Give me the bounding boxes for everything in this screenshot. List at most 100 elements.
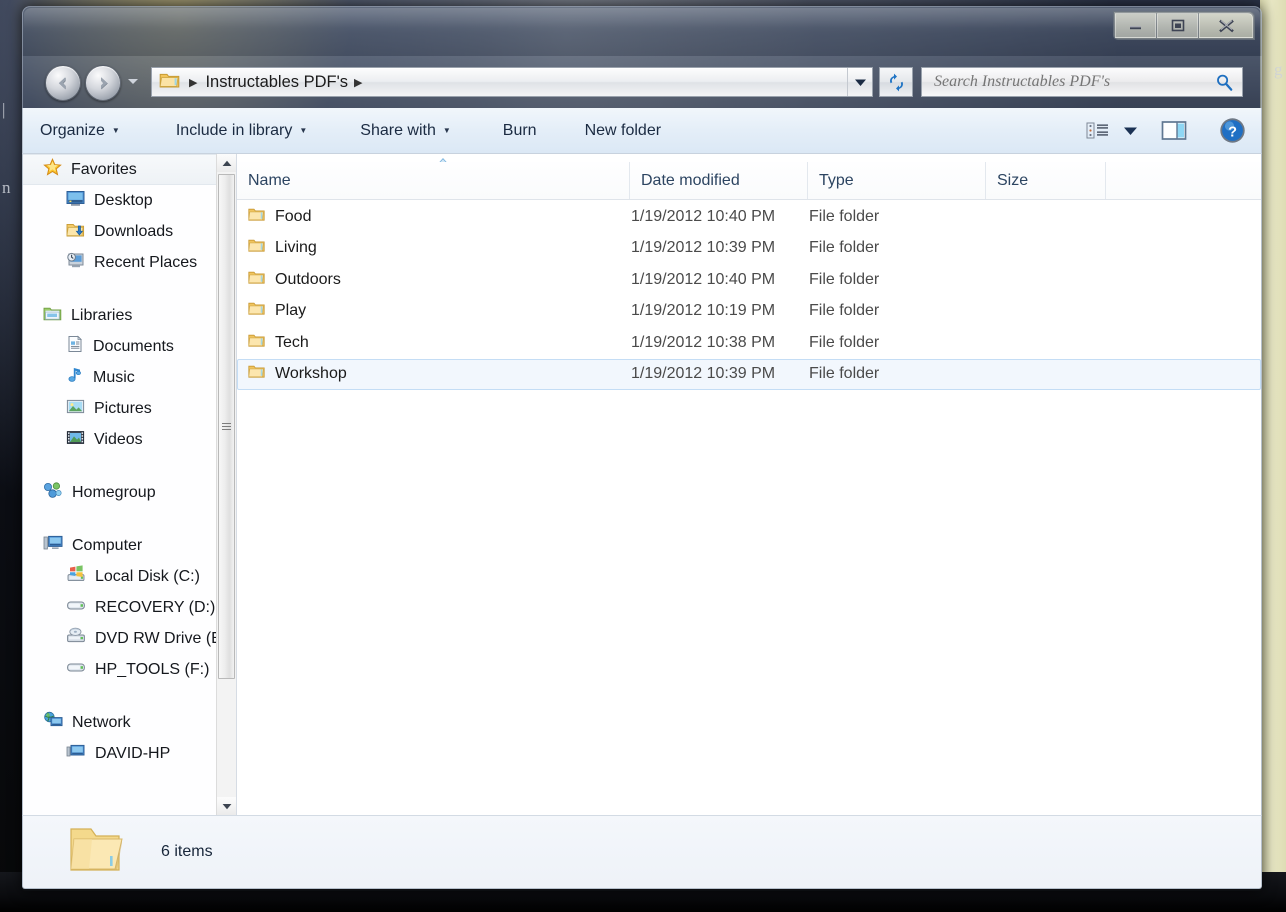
table-row[interactable]: Play 1/19/2012 10:19 PM File folder xyxy=(237,296,1261,328)
column-header-name[interactable]: Name xyxy=(237,162,630,199)
sidebar-item-label: Videos xyxy=(94,430,143,448)
folder-glyph xyxy=(248,271,265,284)
folder-icon xyxy=(248,333,265,353)
sidebar-item-documents[interactable]: Documents xyxy=(23,331,236,362)
folder-glyph xyxy=(248,208,265,221)
downloads-glyph xyxy=(66,223,85,236)
sidebar-group-favorites[interactable]: Favorites xyxy=(23,154,236,185)
sidebar-item-david-hp[interactable]: DAVID-HP xyxy=(23,738,236,769)
large-folder-glyph xyxy=(70,827,123,871)
breadcrumb-separator-leading[interactable]: ▶ xyxy=(183,76,205,89)
documents-glyph xyxy=(68,335,82,352)
toolbar-organize-button[interactable]: Organize ▼ xyxy=(27,117,133,145)
windows-drive-glyph xyxy=(67,565,85,582)
breadcrumb-separator-trailing[interactable]: ▶ xyxy=(348,76,370,89)
sidebar-item-videos[interactable]: Videos xyxy=(23,424,236,455)
back-button[interactable] xyxy=(45,65,81,101)
videos-icon xyxy=(66,429,85,451)
view-dropdown-button[interactable] xyxy=(1121,122,1150,140)
file-name-label: Living xyxy=(275,239,317,257)
sidebar-item-label: RECOVERY (D:) xyxy=(95,598,216,616)
scrollbar-thumb[interactable] xyxy=(218,174,235,679)
view-list-icon xyxy=(1086,122,1108,139)
sidebar-item-desktop[interactable]: Desktop xyxy=(23,185,236,216)
chevron-down-icon xyxy=(222,803,231,809)
preview-pane-button[interactable] xyxy=(1154,116,1194,145)
minimize-button[interactable] xyxy=(1115,13,1156,38)
sidebar-item-pictures[interactable]: Pictures xyxy=(23,393,236,424)
change-view-button[interactable] xyxy=(1079,117,1117,144)
sidebar-item-dvd-rw-drive-e[interactable]: DVD RW Drive (E: xyxy=(23,623,236,654)
toolbar-share-with-button[interactable]: Share with ▼ xyxy=(347,117,464,145)
status-bar: 6 items xyxy=(22,815,1262,889)
search-box[interactable] xyxy=(921,67,1243,97)
close-button[interactable] xyxy=(1199,13,1253,38)
refresh-icon xyxy=(889,73,903,91)
table-row[interactable]: Tech 1/19/2012 10:38 PM File folder xyxy=(237,327,1261,359)
table-row[interactable]: Workshop 1/19/2012 10:39 PM File folder xyxy=(237,358,1261,390)
chevron-down-icon: ▼ xyxy=(111,126,120,135)
address-dropdown-button[interactable] xyxy=(847,68,872,96)
search-input[interactable] xyxy=(932,72,1204,92)
folder-icon xyxy=(248,207,265,227)
refresh-button[interactable] xyxy=(879,67,913,97)
navigation-pane-scrollbar[interactable] xyxy=(216,154,236,815)
table-row[interactable]: Food 1/19/2012 10:40 PM File folder xyxy=(237,201,1261,233)
window-titlebar[interactable] xyxy=(22,6,1262,56)
sidebar-group-network[interactable]: Network xyxy=(23,707,236,738)
sidebar-group-computer[interactable]: Computer xyxy=(23,530,236,561)
sidebar-item-hp-tools-f[interactable]: HP_TOOLS (F:) xyxy=(23,654,236,685)
column-header-type[interactable]: Type xyxy=(808,162,986,199)
large-folder-icon xyxy=(65,823,125,882)
file-name-cell: Outdoors xyxy=(238,270,631,290)
file-date-cell: 1/19/2012 10:39 PM xyxy=(631,365,776,383)
help-button[interactable]: ? xyxy=(1212,113,1253,148)
column-header-size[interactable]: Size xyxy=(986,162,1106,199)
toolbar-new-folder-button[interactable]: New folder xyxy=(572,117,674,145)
sidebar-item-label: DAVID-HP xyxy=(95,744,171,762)
drive-icon xyxy=(66,596,86,619)
sidebar-group-libraries[interactable]: Libraries xyxy=(23,300,236,331)
downloads-folder-icon xyxy=(66,221,85,243)
maximize-button[interactable] xyxy=(1157,13,1198,38)
toolbar-right-group: ? xyxy=(1079,108,1253,153)
file-type-cell: File folder xyxy=(809,270,880,288)
help-icon: ? xyxy=(1220,118,1245,143)
forward-arrow-icon xyxy=(100,76,108,89)
sidebar-group-homegroup[interactable]: Homegroup xyxy=(23,477,236,508)
sidebar-group-label: Network xyxy=(72,713,131,731)
address-bar[interactable]: ▶ Instructables PDF's ▶ xyxy=(151,67,873,97)
sidebar-item-music[interactable]: Music xyxy=(23,362,236,393)
toolbar-item-label: New folder xyxy=(584,121,662,139)
sidebar-item-downloads[interactable]: Downloads xyxy=(23,216,236,247)
drive-icon xyxy=(66,658,86,681)
sidebar-item-recovery-d[interactable]: RECOVERY (D:) xyxy=(23,592,236,623)
search-icon[interactable] xyxy=(1215,73,1234,97)
table-row[interactable]: Outdoors 1/19/2012 10:40 PM File folder xyxy=(237,264,1261,296)
breadcrumb-path-label[interactable]: Instructables PDF's xyxy=(205,73,348,92)
scroll-up-button[interactable] xyxy=(217,154,236,172)
column-header-date-modified[interactable]: Date modified xyxy=(630,162,808,199)
sidebar-item-local-disk-c[interactable]: Local Disk (C:) xyxy=(23,561,236,592)
toolbar-burn-button[interactable]: Burn xyxy=(490,117,550,145)
scroll-down-button[interactable] xyxy=(217,797,236,815)
recent-pages-button[interactable] xyxy=(126,74,140,88)
desktop-right-panel xyxy=(1260,0,1286,912)
drive-glyph xyxy=(67,601,85,610)
toolbar-item-label: Organize xyxy=(40,121,105,139)
libraries-icon xyxy=(43,305,62,327)
toolbar-item-label: Include in library xyxy=(175,121,293,139)
file-type-cell: File folder xyxy=(809,207,880,225)
sidebar-group-label: Libraries xyxy=(71,306,133,324)
column-label: Date modified xyxy=(641,171,740,189)
sidebar-item-label: Recent Places xyxy=(94,253,198,271)
table-row[interactable]: Living 1/19/2012 10:39 PM File folder xyxy=(237,233,1261,265)
titlebar-gloss xyxy=(24,8,1260,28)
folder-icon xyxy=(248,238,265,258)
sidebar-item-recent-places[interactable]: Recent Places xyxy=(23,247,236,278)
forward-button[interactable] xyxy=(85,65,121,101)
toolbar-include-in-library-button[interactable]: Include in library ▼ xyxy=(163,117,320,145)
